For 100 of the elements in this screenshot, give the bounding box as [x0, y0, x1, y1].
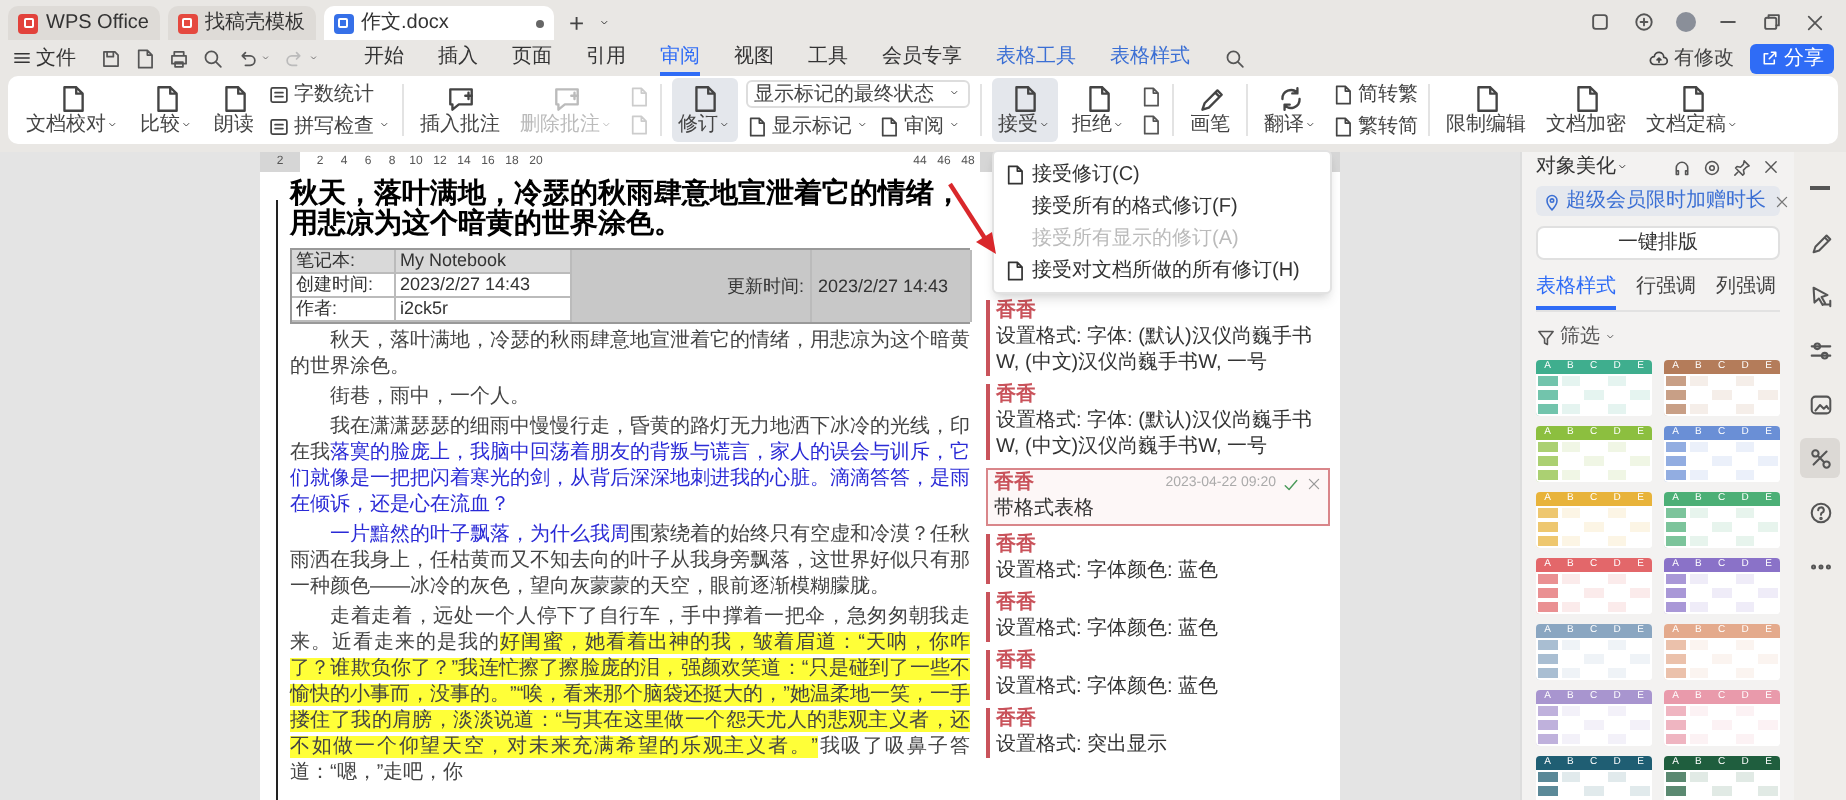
ribbon-button[interactable]: 限制编辑 — [1440, 78, 1532, 142]
add-circle-icon[interactable] — [1632, 10, 1656, 34]
close-icon[interactable] — [1762, 158, 1780, 176]
arrow — [948, 182, 996, 254]
table-cell: 2023/2/27 14:43 — [812, 250, 972, 322]
tool-button[interactable] — [1800, 438, 1840, 478]
paragraph: 走着走着，远处一个人停下了自行车，手中撑着一把伞，急匆匆朝我走来。近看走来的是我的好闺蜜，她看着出神的我，皱着眉道：“天呐，你咋了？谁欺负你了？”我连忙擦了擦脸庞的泪，强颜欢笑道：“只是碰到了一些不愉快的小事而，没事的。”“唉，看来那个脑袋还挺大的，”她温柔地一笑，一手搂住了我的肩膀，淡淡说道：“与其在这里做一个怨天尤人的悲观主义者，还不如做一个仰望天空，对未来充满希望的乐观主义者。”我吸了吸鼻子答道：“嗯，”走吧，你 — [290, 604, 970, 786]
menu-tab[interactable]: 视图 — [734, 40, 774, 76]
menu-tab[interactable]: 表格工具 — [996, 40, 1076, 76]
ribbon-button[interactable]: 拼写检查 — [268, 112, 392, 140]
pin-icon[interactable] — [1732, 157, 1752, 177]
menu-tab[interactable]: 插入 — [438, 40, 478, 76]
panel-tab[interactable]: 列强调 — [1716, 272, 1776, 310]
search-icon[interactable] — [1224, 47, 1246, 69]
comment-card[interactable]: 香香 设置格式: 字体: (默认)汉仪尚巍手书W, (中文)汉仪尚巍手书W, 一号 — [986, 300, 1330, 376]
ribbon-button[interactable]: 朗读 — [208, 78, 260, 142]
caret-icon — [1606, 331, 1618, 343]
avatar-icon[interactable] — [1676, 12, 1696, 32]
filter-button[interactable]: 筛选 — [1536, 322, 1780, 352]
menu-item[interactable]: 接受所有的格式修订(F) — [994, 190, 1330, 222]
markup-select[interactable]: 显示标记的最终状态 — [746, 80, 970, 108]
ribbon-button[interactable]: 字数统计 — [268, 80, 374, 108]
ribbon-button[interactable]: 修订 — [672, 78, 738, 142]
ribbon-button[interactable]: 繁转简 — [1332, 112, 1418, 140]
document-icon — [1678, 83, 1708, 113]
ribbon-button[interactable]: 翻译 — [1258, 78, 1324, 142]
ribbon-button[interactable]: 接受 — [992, 78, 1058, 142]
document-title: 秋天，落叶满地，冷瑟的秋雨肆意地宣泄着它的情绪，用悲凉为这个暗黄的世界涂色。 — [290, 180, 964, 240]
ribbon-button[interactable]: 简转繁 — [1332, 80, 1418, 108]
close-icon[interactable] — [1804, 11, 1826, 33]
panel-tab[interactable]: 表格样式 — [1536, 272, 1616, 310]
headset-icon[interactable] — [1672, 157, 1692, 177]
menu-tab[interactable]: 会员专享 — [882, 40, 962, 76]
caret-icon — [720, 119, 732, 131]
comment-card[interactable]: 香香 设置格式: 字体颜色: 蓝色 — [986, 650, 1330, 700]
preview-icon[interactable] — [202, 47, 224, 69]
window-icon[interactable] — [1588, 10, 1612, 34]
comment-author: 香香 — [996, 592, 1036, 616]
file-menu-button[interactable]: 文件 — [12, 43, 76, 73]
comment-text: 设置格式: 字体: (默认)汉仪尚巍手书W, (中文)汉仪尚巍手书W, 一号 — [996, 408, 1314, 460]
menu-icon — [12, 48, 32, 68]
caret-icon — [1728, 119, 1740, 131]
document-icon — [1332, 115, 1354, 137]
one-click-layout-button[interactable]: 一键排版 — [1536, 226, 1780, 260]
panel-title-dropdown[interactable]: 对象美化 — [1536, 152, 1630, 182]
menu-tab[interactable]: 工具 — [808, 40, 848, 76]
menu-item[interactable]: 接受对文档所做的所有修订(H) — [994, 254, 1330, 286]
document-icon — [58, 83, 88, 113]
ribbon-button[interactable]: 文档定稿 — [1640, 78, 1746, 142]
menu-tab[interactable]: 引用 — [586, 40, 626, 76]
caret-icon — [602, 119, 614, 131]
print-icon[interactable] — [168, 47, 190, 69]
table-cell: My Notebook — [396, 250, 572, 274]
document-icon[interactable] — [1140, 113, 1162, 135]
panel-tab[interactable]: 行强调 — [1636, 272, 1696, 310]
menu-tab[interactable]: 开始 — [364, 40, 404, 76]
ribbon-button[interactable]: 比较 — [134, 78, 200, 142]
table-cell: 2023/2/27 14:43 — [396, 274, 572, 298]
caret-icon — [858, 120, 870, 132]
ribbon-button[interactable]: 拒绝 — [1066, 78, 1132, 142]
comment-card[interactable]: 香香 设置格式: 字体: (默认)汉仪尚巍手书W, (中文)汉仪尚巍手书W, 一号 — [986, 384, 1330, 460]
save-status-button[interactable]: 有修改 — [1648, 43, 1734, 73]
new-tab-button[interactable]: + — [561, 8, 593, 40]
share-button[interactable]: 分享 — [1750, 43, 1834, 73]
document-icon — [152, 83, 182, 113]
comment-card[interactable]: 香香 设置格式: 字体颜色: 蓝色 — [986, 534, 1330, 584]
comment-text: 设置格式: 突出显示 — [996, 732, 1170, 758]
window-tab[interactable]: WPS Office — [8, 6, 159, 40]
comment-text: 设置格式: 字体: (默认)汉仪尚巍手书W, (中文)汉仪尚巍手书W, 一号 — [996, 324, 1314, 376]
save-icon[interactable] — [100, 47, 122, 69]
document-icon[interactable] — [134, 47, 156, 69]
pointer-icon — [1807, 283, 1833, 309]
menu-tab[interactable]: 页面 — [512, 40, 552, 76]
comment-card[interactable]: 香香 设置格式: 突出显示 — [986, 708, 1330, 758]
document-icon — [1471, 83, 1501, 113]
share-icon — [1760, 48, 1780, 68]
document-icon[interactable] — [1140, 85, 1162, 107]
undo-icon[interactable] — [236, 47, 258, 69]
ribbon-button[interactable]: 画笔 — [1184, 78, 1236, 142]
window-tab[interactable]: 作文.docx — [323, 6, 553, 40]
document-icon — [1004, 259, 1026, 281]
ribbon-button[interactable]: 文档加密 — [1540, 78, 1632, 142]
ribbon-button[interactable]: 文档校对 — [20, 78, 126, 142]
table-cell: 笔记本: — [292, 250, 396, 274]
document-icon — [746, 115, 768, 137]
caret-icon — [600, 18, 613, 30]
close-icon[interactable] — [1774, 193, 1790, 209]
ribbon-button[interactable]: 审阅 — [878, 112, 962, 140]
window-tab[interactable]: 找稿壳模板 — [167, 6, 315, 40]
ribbon-button[interactable]: 插入批注 — [414, 78, 506, 142]
document-icon — [1571, 83, 1601, 113]
image-icon — [1807, 391, 1833, 417]
menu-tab[interactable]: 表格样式 — [1110, 40, 1190, 76]
comment-author: 香香 — [996, 708, 1036, 732]
refresh-icon — [1276, 83, 1306, 113]
ribbon-button[interactable]: 显示标记 — [746, 112, 870, 140]
restore-icon[interactable] — [1760, 10, 1784, 34]
comment-card[interactable]: 香香 设置格式: 字体颜色: 蓝色 — [986, 592, 1330, 642]
check-icon[interactable] — [1282, 475, 1300, 493]
settings-icon[interactable] — [1702, 157, 1722, 177]
